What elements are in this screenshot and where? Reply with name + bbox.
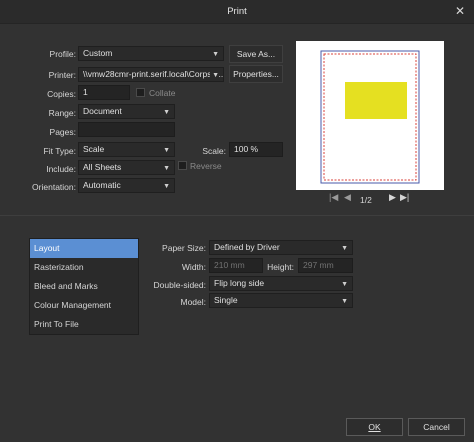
chevron-down-icon: ▼ [341,245,348,252]
cancel-button[interactable]: Cancel [408,418,465,436]
close-icon[interactable]: ✕ [452,4,468,18]
last-page-icon[interactable]: ▶| [400,192,409,203]
range-label: Range: [48,108,76,118]
chevron-down-icon: ▼ [163,165,170,172]
properties-button[interactable]: Properties... [229,65,283,83]
ok-button-label: OK [368,422,381,432]
sidebar-item-bleed-and-marks[interactable]: Bleed and Marks [30,277,138,296]
orientation-label: Orientation: [32,182,76,192]
sidebar-item-layout[interactable]: Layout [30,239,138,258]
pages-input[interactable] [78,122,175,137]
range-value: Document [83,106,122,116]
pages-label: Pages: [49,127,76,137]
section-divider [0,215,474,216]
chevron-down-icon: ▼ [341,281,348,288]
scale-input[interactable]: 100 % [229,142,283,157]
ok-button[interactable]: OK [346,418,403,436]
preview-page [320,50,420,184]
sidebar-item-print-to-file[interactable]: Print To File [30,315,138,334]
collate-checkbox[interactable] [136,88,145,97]
model-label: Model: [180,297,206,307]
printer-label: Printer: [48,70,76,80]
window-title: Print [227,6,247,17]
include-value: All Sheets [83,162,122,172]
fit-type-value: Scale [83,144,105,154]
copies-label: Copies: [47,89,76,99]
scale-label: Scale: [202,146,226,156]
double-sided-value: Flip long side [214,278,265,288]
range-dropdown[interactable]: Document ▼ [78,104,175,119]
print-preview [296,41,444,190]
printer-dropdown[interactable]: \\vmw28cmr-print.serif.local\CorpsM... ▼ [78,67,224,82]
settings-sidebar: Layout Rasterization Bleed and Marks Col… [29,238,139,335]
height-label: Height: [267,262,294,272]
chevron-down-icon: ▼ [210,69,219,81]
double-sided-dropdown[interactable]: Flip long side ▼ [209,276,353,291]
profile-dropdown[interactable]: Custom ▼ [78,46,224,61]
next-page-icon[interactable]: ▶ [389,192,396,203]
model-value: Single [214,295,238,305]
reverse-checkbox[interactable] [178,161,187,170]
chevron-down-icon: ▼ [163,183,170,190]
height-input[interactable]: 297 mm [298,258,353,273]
first-page-icon[interactable]: |◀ [329,192,338,203]
collate-label: Collate [149,88,176,98]
include-label: Include: [46,164,76,174]
orientation-value: Automatic [83,180,121,190]
save-as-button[interactable]: Save As... [229,45,283,63]
page-indicator: 1/2 [360,195,372,205]
double-sided-label: Double-sided: [153,280,206,290]
content-image [345,82,407,119]
copies-input[interactable]: 1 [78,85,130,100]
chevron-down-icon: ▼ [212,51,219,58]
profile-value: Custom [83,48,113,58]
chevron-down-icon: ▼ [163,109,170,116]
orientation-dropdown[interactable]: Automatic ▼ [78,178,175,193]
model-dropdown[interactable]: Single ▼ [209,293,353,308]
prev-page-icon[interactable]: ◀ [344,192,351,203]
chevron-down-icon: ▼ [341,298,348,305]
include-dropdown[interactable]: All Sheets ▼ [78,160,175,175]
sidebar-item-colour-management[interactable]: Colour Management [30,296,138,315]
width-label: Width: [181,262,206,272]
sidebar-item-rasterization[interactable]: Rasterization [30,258,138,277]
reverse-label: Reverse [190,161,222,171]
paper-size-label: Paper Size: [162,243,206,253]
profile-label: Profile: [49,49,76,59]
fit-type-label: Fit Type: [43,146,76,156]
paper-size-dropdown[interactable]: Defined by Driver ▼ [209,240,353,255]
paper-size-value: Defined by Driver [214,242,280,252]
printer-value: \\vmw28cmr-print.serif.local\CorpsM... [83,69,224,79]
